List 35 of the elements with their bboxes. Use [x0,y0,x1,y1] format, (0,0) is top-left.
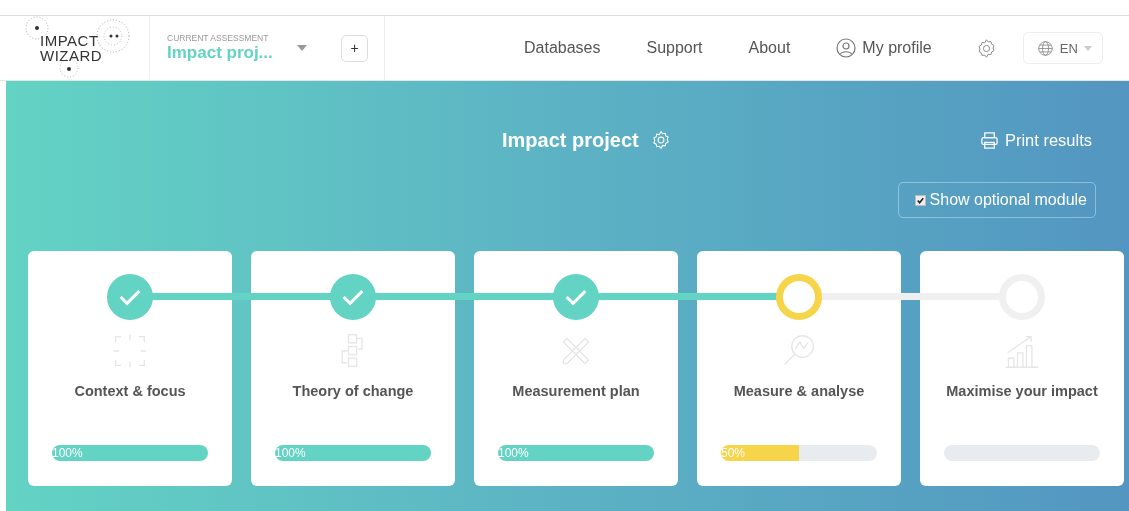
logo-rings-icon [25,16,130,78]
add-button[interactable]: + [341,34,368,62]
caret-icon[interactable] [297,45,307,51]
step-title: Theory of change [292,383,414,399]
progress-value: 50% [721,445,746,461]
printer-icon [979,130,999,150]
frame-icon [112,333,148,369]
progress-value: 100% [498,445,529,461]
language-selector[interactable]: EN [1022,32,1103,64]
step-card[interactable]: Measure & analyse 50% [697,251,901,486]
settings-icon[interactable] [975,37,997,59]
step-card[interactable]: Context & focus 100% [28,251,232,486]
step-title: Context & focus [74,383,186,399]
nav-link[interactable]: Support [646,39,703,57]
progress-value: 100% [275,445,306,461]
logo-text: IMPACT WIZARD [40,33,103,63]
nav-link[interactable]: About [748,39,791,57]
checkbox[interactable] [914,194,926,206]
settings-icon[interactable] [650,130,671,150]
logo[interactable]: IMPACT WIZARD [0,16,150,80]
assessment-label: CURRENT ASSESSMENT [167,33,270,43]
project-title: Impact project [502,128,639,152]
step-card[interactable]: Maximise your impact [920,251,1124,486]
progress-value: 100% [52,445,83,461]
step-title: Measure & analyse [733,383,865,399]
step-title: Maximise your impact [946,383,1098,399]
step-card[interactable]: Measurement plan 100% [474,251,678,486]
user-icon [836,38,857,58]
bar-chart-icon [1004,333,1040,369]
nav-link[interactable]: Databases [524,39,601,57]
step-title: Measurement plan [512,383,640,399]
step-card[interactable]: Theory of change 100% [251,251,455,486]
globe-icon [1036,39,1054,57]
profile-link[interactable]: My profile [836,38,932,58]
caret-icon [1083,45,1092,51]
